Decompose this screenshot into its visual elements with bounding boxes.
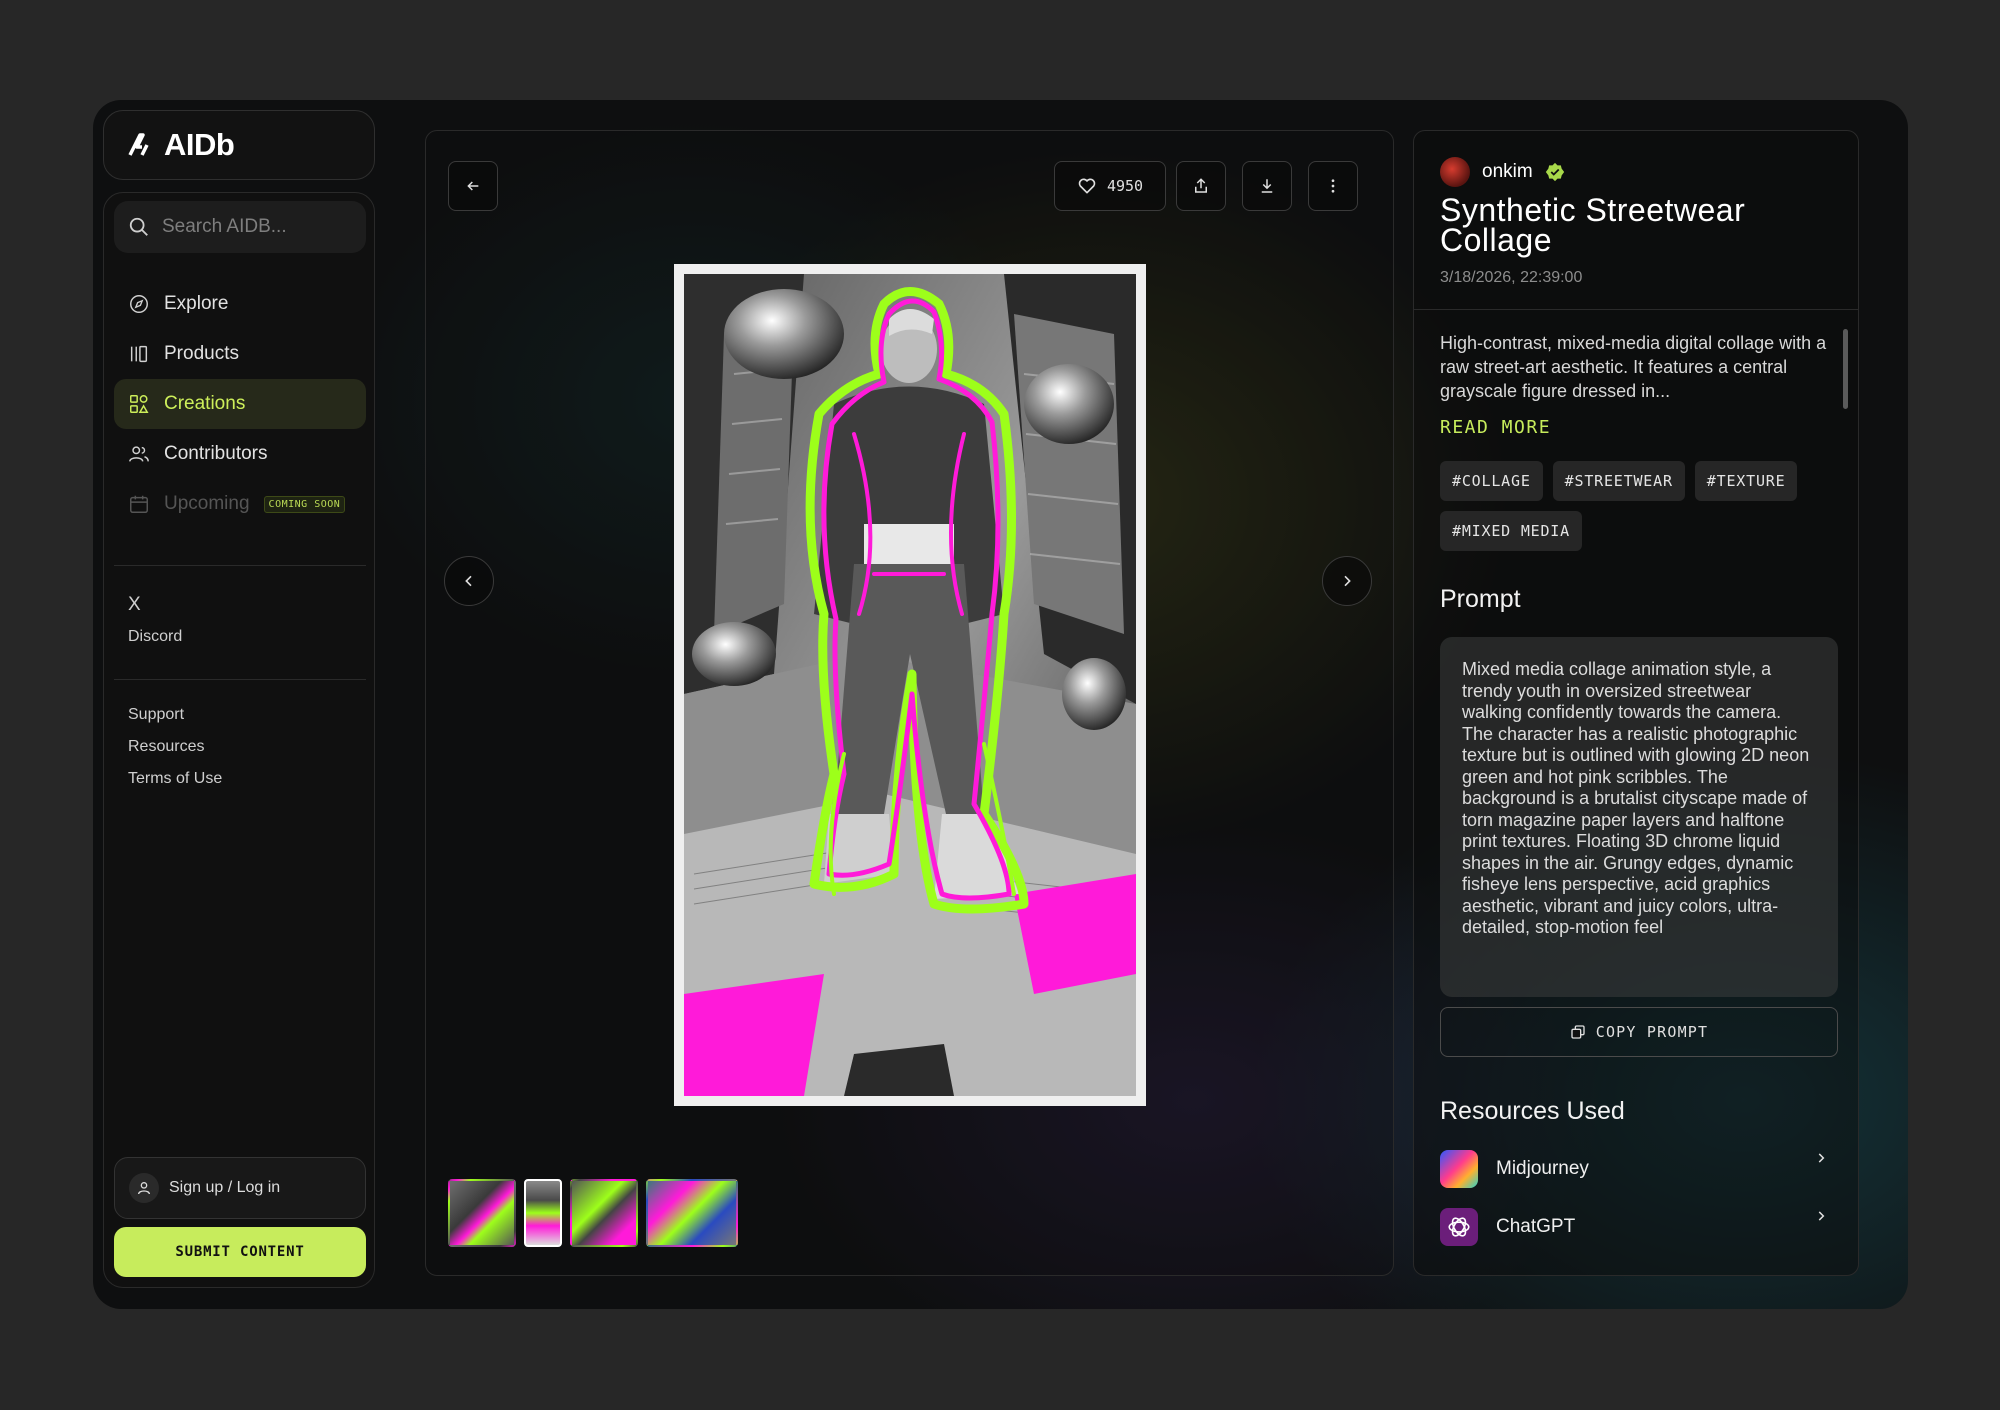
sidebar-item-contributors[interactable]: Contributors — [114, 429, 366, 479]
calendar-icon — [130, 495, 148, 513]
aidb-logo-icon — [128, 133, 149, 156]
read-more-link[interactable]: READ MORE — [1440, 417, 1551, 438]
compass-icon — [130, 295, 148, 313]
copy-prompt-button[interactable]: COPY PROMPT — [1440, 1007, 1838, 1057]
search-placeholder: Search AIDB... — [162, 216, 287, 237]
verified-icon — [1545, 162, 1564, 182]
footer-links: Support Resources Terms of Use — [128, 699, 222, 795]
thumbnail-strip — [448, 1179, 738, 1247]
sidebar-nav: Explore Products Creations Contributors … — [114, 279, 366, 529]
scrollbar[interactable] — [1843, 329, 1848, 409]
sidebar-item-upcoming: Upcoming COMING SOON — [114, 479, 366, 529]
arrow-left-icon — [467, 181, 479, 191]
author-name: onkim — [1482, 161, 1533, 182]
page-title: Synthetic Streetwear Collage — [1440, 192, 1746, 258]
chevron-right-icon — [1818, 1211, 1825, 1221]
details-panel: onkim Synthetic Streetwear Collage 3/18/… — [1413, 130, 1859, 1276]
resource-name: ChatGPT — [1496, 1216, 1576, 1237]
shapes-icon — [130, 395, 149, 413]
resource-item-midjourney[interactable]: Midjourney — [1440, 1149, 1838, 1189]
more-button[interactable] — [1308, 161, 1358, 211]
terms-link[interactable]: Terms of Use — [128, 763, 222, 795]
chatgpt-icon — [1440, 1208, 1478, 1246]
resources-heading: Resources Used — [1440, 1097, 1625, 1125]
logo-text: AIDb — [164, 127, 235, 162]
sidebar-item-label: Upcoming — [164, 493, 250, 514]
tag[interactable]: #COLLAGE — [1440, 461, 1543, 501]
search-input[interactable]: Search AIDB... — [114, 201, 366, 253]
share-icon — [1195, 178, 1207, 193]
user-icon — [129, 1173, 159, 1203]
author[interactable]: onkim — [1440, 157, 1565, 187]
artwork-image — [674, 264, 1146, 1106]
copy-prompt-label: COPY PROMPT — [1595, 1023, 1709, 1041]
copy-icon — [1571, 1025, 1585, 1039]
resource-name: Midjourney — [1496, 1158, 1589, 1179]
like-count: 4950 — [1106, 177, 1144, 195]
discord-link[interactable]: Discord — [128, 621, 182, 653]
chevron-left-icon — [465, 575, 472, 587]
sidebar-item-label: Products — [164, 343, 239, 364]
sidebar-item-label: Creations — [164, 393, 246, 414]
coming-soon-badge: COMING SOON — [263, 495, 346, 513]
divider — [114, 565, 366, 566]
midjourney-icon — [1440, 1150, 1478, 1188]
logo[interactable]: AIDb — [103, 110, 375, 180]
thumbnail[interactable] — [448, 1179, 516, 1247]
search-icon — [129, 217, 148, 236]
prompt-text: Mixed media collage animation style, a t… — [1440, 637, 1838, 997]
avatar — [1440, 157, 1470, 187]
social-links: X Discord — [128, 589, 182, 653]
sidebar-item-products[interactable]: Products — [114, 329, 366, 379]
app-window: AIDb Search AIDB... Explore Products Cre… — [93, 100, 1908, 1309]
submit-content-button[interactable]: SUBMIT CONTENT — [114, 1227, 366, 1277]
next-image-button[interactable] — [1322, 556, 1372, 606]
login-label: Sign up / Log in — [169, 1179, 281, 1196]
sidebar-item-creations[interactable]: Creations — [114, 379, 366, 429]
post-date: 3/18/2026, 22:39:00 — [1440, 269, 1583, 286]
back-button[interactable] — [448, 161, 498, 211]
image-viewer: 4950 — [425, 130, 1394, 1276]
divider — [114, 679, 366, 680]
thumbnail[interactable] — [646, 1179, 738, 1247]
products-icon — [130, 345, 148, 363]
prompt-heading: Prompt — [1440, 585, 1521, 613]
resources-link[interactable]: Resources — [128, 731, 222, 763]
tag[interactable]: #STREETWEAR — [1552, 461, 1685, 501]
sidebar-item-explore[interactable]: Explore — [114, 279, 366, 329]
thumbnail[interactable] — [570, 1179, 638, 1247]
like-button[interactable]: 4950 — [1054, 161, 1166, 211]
x-link[interactable]: X — [128, 589, 182, 621]
support-link[interactable]: Support — [128, 699, 222, 731]
download-icon — [1261, 179, 1273, 193]
chevron-right-icon — [1818, 1153, 1825, 1163]
sidebar-item-label: Explore — [164, 293, 229, 314]
users-icon — [129, 446, 149, 462]
description: High-contrast, mixed-media digital colla… — [1440, 333, 1827, 401]
divider — [1414, 309, 1858, 310]
resource-item-chatgpt[interactable]: ChatGPT — [1440, 1207, 1838, 1247]
share-button[interactable] — [1176, 161, 1226, 211]
login-button[interactable]: Sign up / Log in — [114, 1157, 366, 1219]
sidebar: Search AIDB... Explore Products Creation… — [103, 192, 375, 1288]
tag-list: #COLLAGE #STREETWEAR #TEXTURE #MIXED MED… — [1440, 461, 1840, 551]
more-vertical-icon — [1331, 179, 1335, 193]
collage-artwork — [684, 274, 1136, 1096]
tag[interactable]: #TEXTURE — [1694, 461, 1798, 501]
heart-icon — [1078, 178, 1096, 194]
download-button[interactable] — [1242, 161, 1292, 211]
tag[interactable]: #MIXED MEDIA — [1440, 511, 1582, 551]
chevron-right-icon — [1344, 575, 1351, 587]
sidebar-item-label: Contributors — [164, 443, 268, 464]
thumbnail-selected[interactable] — [524, 1179, 562, 1247]
prev-image-button[interactable] — [444, 556, 494, 606]
